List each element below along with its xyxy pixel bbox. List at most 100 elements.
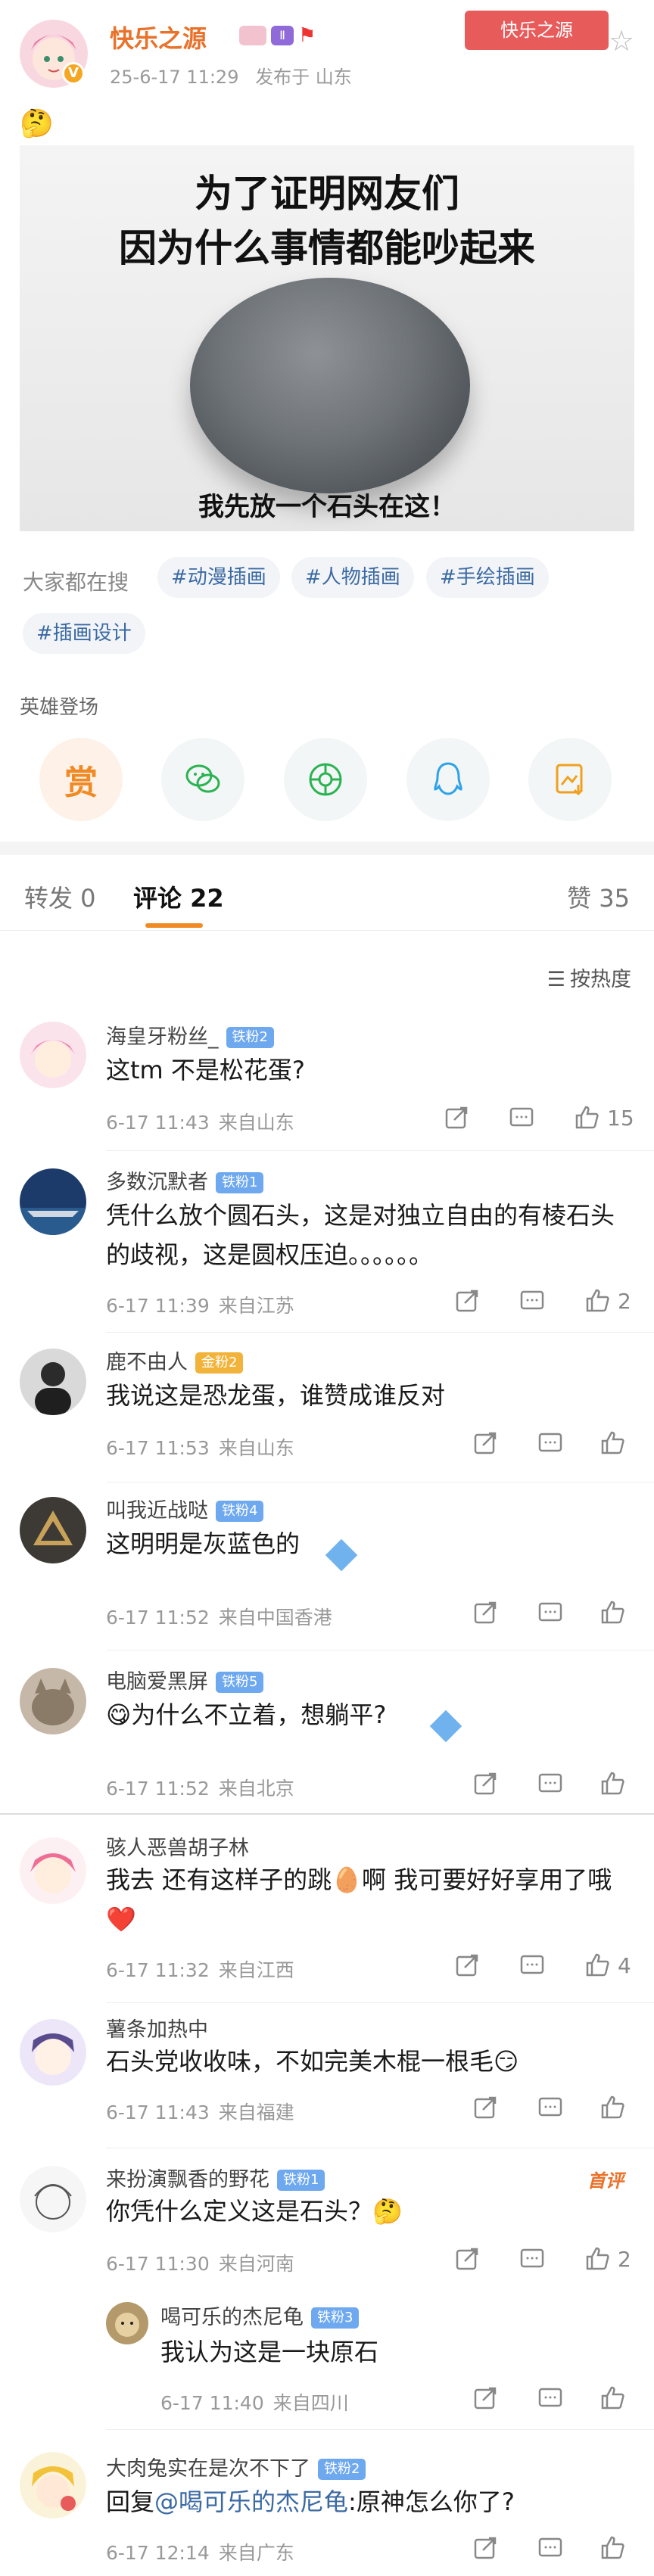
reply-action[interactable]	[518, 1951, 547, 1980]
like-action[interactable]	[598, 2534, 633, 2562]
commenter-avatar[interactable]	[20, 1837, 86, 1904]
commenter-name[interactable]: 海皇牙粉丝_ 铁粉2	[106, 1020, 274, 1050]
reply-action[interactable]	[536, 2384, 565, 2413]
share-icon	[456, 1290, 478, 1312]
commenter-avatar[interactable]	[20, 1349, 86, 1415]
commenter-name-text: 多数沉默者	[106, 1171, 208, 1194]
commenter-name[interactable]: 鹿不由人 金粉2	[106, 1346, 244, 1375]
reply-action[interactable]	[536, 1598, 565, 1627]
replier-name[interactable]: 大肉兔实在是次不下了 铁粉2	[106, 2452, 366, 2481]
replier-name[interactable]: 喝可乐的杰尼龟 铁粉3	[160, 2301, 360, 2330]
commenter-name[interactable]: 电脑爱黑屏 铁粉5	[106, 1665, 264, 1694]
thumbs-up-icon	[586, 1289, 609, 1312]
share-action[interactable]	[453, 1286, 481, 1315]
like-action[interactable]	[598, 1429, 633, 1458]
commenter-avatar[interactable]	[20, 2166, 86, 2232]
topic-chip[interactable]: #插画设计	[23, 613, 145, 654]
verified-badge-icon: V	[62, 62, 85, 85]
commenter-name[interactable]: 来扮演飘香的野花 铁粉1	[106, 2163, 325, 2192]
commenter-avatar[interactable]	[20, 1022, 86, 1088]
comment-meta: 6-17 11:53 来自山东	[106, 1437, 294, 1459]
reply-text: 我认为这是一块原石	[160, 2338, 379, 2366]
commenter-name-text: 来扮演飘香的野花	[106, 2168, 269, 2192]
reply-action[interactable]	[507, 1103, 536, 1132]
post-date: 25-6-17 11:29	[110, 67, 239, 88]
replier-avatar[interactable]	[106, 2302, 148, 2344]
share-icon	[445, 1106, 468, 1129]
like-action[interactable]	[598, 2093, 633, 2122]
comment-separator	[106, 2002, 654, 2003]
comment-text: 你凭什么定义这是石头？🤔	[106, 2197, 403, 2226]
commenter-avatar[interactable]	[20, 1668, 86, 1734]
tab-repost[interactable]: 转发 0	[24, 879, 96, 914]
favorite-star-icon[interactable]: ☆	[609, 26, 639, 56]
comment-separator	[106, 1332, 654, 1333]
reply-action[interactable]	[536, 2534, 565, 2562]
like-action[interactable]	[598, 1769, 633, 1798]
post-location: 发布于 山东	[255, 67, 352, 88]
tab-likes[interactable]: 赞 35	[567, 879, 630, 914]
thumbs-up-icon	[601, 2095, 624, 2119]
topic-chip[interactable]: #手绘插画	[426, 557, 549, 598]
moments-share-button[interactable]	[284, 738, 367, 821]
like-action[interactable]	[598, 2384, 633, 2413]
reply-action[interactable]	[536, 1429, 565, 1458]
reply-action[interactable]	[518, 1286, 547, 1315]
fan-badge: 金粉2	[195, 1352, 244, 1374]
share-action[interactable]	[471, 2384, 500, 2413]
qq-share-button[interactable]	[406, 738, 490, 821]
save-image-button[interactable]	[528, 738, 612, 821]
like-action[interactable]: 2	[583, 1286, 631, 1315]
commenter-name[interactable]: 骇人恶兽胡子林	[106, 1831, 249, 1861]
comment-text: 我去 还有这样子的跳🥚啊 我可要好好享用了哦❤️	[106, 1865, 612, 1934]
thumbs-up-icon	[601, 1772, 624, 1795]
post-header: V 快乐之源 Ⅱ ⚑ 25-6-17 11:29 发布于 山东 快乐之源 ☆	[0, 0, 654, 98]
like-action[interactable]: 4	[583, 1951, 631, 1980]
commenter-name-text: 叫我近战哒	[106, 1499, 208, 1523]
like-action[interactable]	[598, 1598, 633, 1627]
share-icon	[456, 1954, 478, 1977]
share-action[interactable]	[471, 2093, 500, 2122]
author-name[interactable]: 快乐之源	[110, 20, 207, 54]
comment-icon	[538, 2097, 562, 2117]
comment-separator	[106, 2429, 654, 2430]
commenter-avatar[interactable]	[20, 1168, 86, 1235]
share-action[interactable]	[442, 1103, 471, 1132]
comment-text: 石头党收收味，不如完美木棍一根毛😏	[106, 2047, 519, 2076]
fan-group-tag[interactable]: 快乐之源	[465, 11, 609, 50]
commenter-name[interactable]: 多数沉默者 铁粉1	[106, 1165, 264, 1195]
post-image[interactable]: 为了证明网友们 因为什么事情都能吵起来 我先放一个石头在这！	[20, 145, 634, 531]
reply-action[interactable]	[536, 1769, 565, 1798]
share-icon	[474, 1772, 497, 1795]
thumbs-up-icon	[601, 1601, 624, 1624]
reward-button[interactable]: 赏	[39, 738, 123, 821]
topic-chip[interactable]: #动漫插画	[157, 557, 280, 598]
share-action[interactable]	[471, 1769, 500, 1798]
comment-item: 薯条加热中 石头党收收味，不如完美木棍一根毛😏 6-17 11:43 来自福建	[0, 2008, 654, 2160]
stone-illustration	[190, 278, 470, 493]
commenter-name[interactable]: 叫我近战哒 铁粉4	[106, 1494, 264, 1523]
reply-action[interactable]	[536, 2093, 565, 2122]
level-badge-icon: Ⅱ	[271, 26, 294, 45]
like-action[interactable]: 15	[572, 1103, 634, 1132]
wechat-share-button[interactable]	[161, 738, 244, 821]
reply-action[interactable]	[518, 2245, 547, 2273]
share-action[interactable]	[471, 1429, 500, 1458]
mention-link[interactable]: @喝可乐的杰尼龟	[154, 2487, 348, 2516]
commenter-avatar[interactable]	[20, 2019, 86, 2086]
comment-icon	[538, 2388, 562, 2407]
topic-chip[interactable]: #人物插画	[291, 557, 414, 598]
commenter-name[interactable]: 薯条加热中	[106, 2013, 208, 2042]
sort-button[interactable]: ☰ 按热度	[547, 963, 631, 992]
share-action[interactable]	[471, 2534, 500, 2562]
thumbs-up-icon	[601, 2386, 624, 2410]
replier-name-text: 大肉兔实在是次不下了	[106, 2457, 310, 2481]
commenter-avatar[interactable]	[20, 1497, 86, 1563]
tab-comments[interactable]: 评论 22	[133, 879, 224, 914]
share-action[interactable]	[471, 1598, 500, 1627]
share-action[interactable]	[453, 1951, 481, 1980]
replier-avatar[interactable]	[20, 2452, 86, 2518]
share-action[interactable]	[453, 2245, 481, 2273]
like-action[interactable]: 2	[583, 2245, 631, 2273]
image-caption-line1: 为了证明网友们	[195, 172, 459, 216]
